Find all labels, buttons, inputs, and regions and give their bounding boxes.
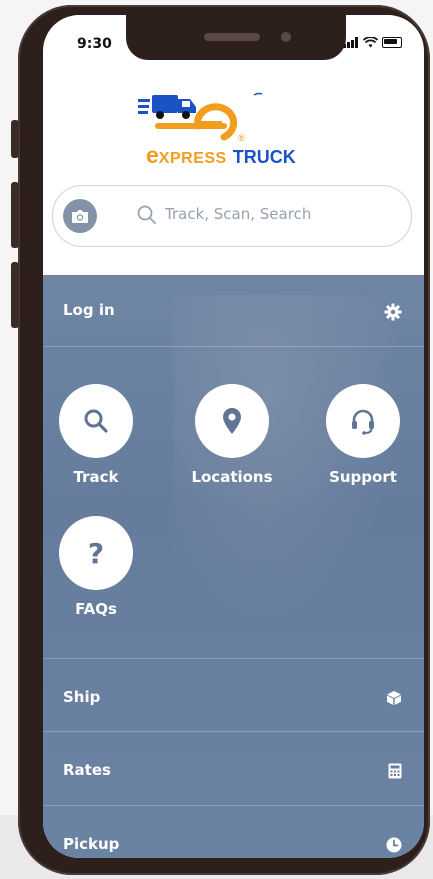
login-row[interactable]: Log in (43, 301, 424, 325)
map-pin-icon (223, 408, 241, 434)
brand-truck: TRUCK (232, 147, 296, 167)
track-action[interactable]: Track (51, 384, 141, 486)
volume-down-button (11, 262, 19, 328)
package-icon (387, 691, 401, 705)
mute-switch (11, 120, 19, 158)
status-icons (343, 37, 402, 48)
search-input[interactable] (163, 204, 387, 224)
camera-scan-button[interactable] (63, 199, 97, 233)
trademark-symbol: ® (238, 133, 245, 143)
clock-icon (386, 837, 402, 853)
question-mark-icon: ? (88, 538, 104, 568)
notch (126, 15, 346, 60)
faqs-label: FAQs (75, 600, 117, 618)
locations-action[interactable]: Locations (187, 384, 277, 486)
support-label: Support (329, 468, 397, 486)
main-menu-panel: Log in Track Locations Support ? FAQs Sh… (43, 275, 424, 858)
headset-icon (352, 409, 374, 435)
pickup-label: Pickup (63, 835, 120, 853)
search-icon (84, 409, 108, 433)
speaker (204, 33, 260, 41)
wifi-icon (363, 37, 378, 48)
divider (43, 805, 424, 806)
support-button[interactable] (326, 384, 400, 458)
login-label: Log in (63, 301, 115, 319)
ship-label: Ship (63, 688, 101, 706)
gear-icon[interactable] (384, 303, 402, 321)
search-icon (137, 205, 156, 224)
camera-icon (72, 209, 88, 223)
status-time: 9:30 (77, 36, 112, 52)
track-label: Track (73, 468, 119, 486)
menu-item-pickup[interactable]: Pickup (43, 835, 424, 858)
svg-text:?: ? (88, 538, 104, 568)
faqs-action[interactable]: ? FAQs (51, 516, 141, 618)
volume-up-button (11, 182, 19, 248)
locations-label: Locations (191, 468, 273, 486)
faqs-button[interactable]: ? (59, 516, 133, 590)
locations-button[interactable] (195, 384, 269, 458)
track-button[interactable] (59, 384, 133, 458)
support-action[interactable]: Support (318, 384, 408, 486)
divider (43, 346, 424, 347)
brand-wordmark: eXPRESS TRUCK ® (146, 133, 296, 169)
menu-item-rates[interactable]: Rates (43, 761, 424, 785)
divider (43, 658, 424, 659)
menu-item-ship[interactable]: Ship (43, 688, 424, 712)
calculator-icon (388, 763, 402, 779)
divider (43, 731, 424, 732)
battery-icon (382, 37, 402, 48)
brand-e: e (146, 142, 159, 168)
search-bar[interactable] (52, 185, 412, 247)
rates-label: Rates (63, 761, 111, 779)
front-camera (281, 32, 291, 42)
brand-xpress: XPRESS (158, 150, 227, 167)
phone-screen: 9:30 eXPRESS TRUCK ® Track, Scan, Search… (43, 15, 424, 858)
